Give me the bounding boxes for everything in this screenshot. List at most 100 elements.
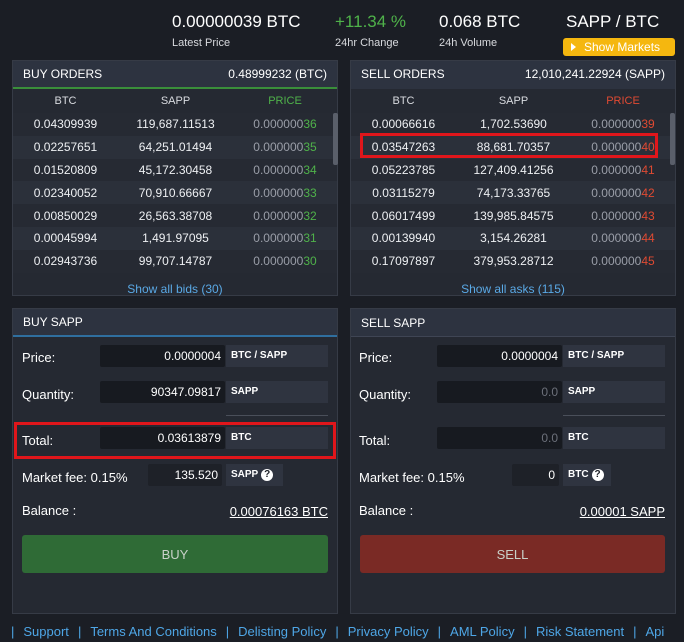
order-price: 0.00000030 bbox=[233, 254, 337, 268]
order-sapp: 3,154.26281 bbox=[480, 231, 547, 246]
order-sapp: 99,707.14787 bbox=[138, 254, 213, 269]
order-price-digits: 42 bbox=[641, 185, 655, 200]
separator: | bbox=[11, 623, 15, 639]
buy-quantity-input[interactable]: 90347.09817 bbox=[100, 381, 225, 403]
buy-price-label: Price: bbox=[22, 350, 56, 365]
sell-fee-unit: BTC? bbox=[563, 464, 611, 486]
order-btc: 0.02943736 bbox=[33, 254, 98, 269]
order-row[interactable]: 0.03115279 74,173.33765 0.00000042 bbox=[351, 181, 675, 205]
play-icon bbox=[571, 43, 576, 51]
separator: | bbox=[335, 623, 339, 639]
order-btc: 0.17097897 bbox=[371, 254, 436, 269]
order-row[interactable]: 0.00139940 3,154.26281 0.00000044 bbox=[351, 226, 675, 250]
change-value: +11.34 % bbox=[335, 12, 407, 31]
order-row[interactable]: 0.02340052 70,910.66667 0.00000033 bbox=[13, 181, 337, 205]
buy-balance-value[interactable]: 0.00076163 BTC bbox=[200, 504, 328, 519]
order-price-digits: 34 bbox=[303, 162, 317, 177]
sell-total-input[interactable]: 0.0 bbox=[437, 427, 562, 449]
order-btc: 0.00045994 bbox=[33, 231, 98, 246]
column-sapp: SAPP bbox=[160, 95, 191, 107]
sell-orders-total: 12,010,241.22924 (SAPP) bbox=[524, 67, 665, 81]
buy-orders-scrollbar[interactable] bbox=[333, 113, 338, 165]
buy-quantity-label: Quantity: bbox=[22, 387, 75, 402]
footer-link-delisting[interactable]: Delisting Policy bbox=[238, 624, 326, 639]
buy-orders-panel: BUY ORDERS 0.48999232 (BTC) BTC SAPP PRI… bbox=[12, 60, 338, 296]
order-price: 0.00000045 bbox=[571, 254, 675, 268]
buy-fee-unit: SAPP? bbox=[226, 464, 283, 486]
sell-balance-value[interactable]: 0.00001 SAPP bbox=[540, 504, 665, 519]
order-row[interactable]: 0.05223785 127,409.41256 0.00000041 bbox=[351, 158, 675, 182]
help-icon[interactable]: ? bbox=[591, 469, 604, 481]
order-row[interactable]: 0.00045994 1,491.97095 0.00000031 bbox=[13, 226, 337, 250]
order-price-prefix: 0.000000 bbox=[253, 117, 304, 132]
order-row[interactable]: 0.06017499 139,985.84575 0.00000043 bbox=[351, 204, 675, 227]
order-sapp: 26,563.38708 bbox=[138, 208, 213, 223]
footer-links: | Support | Terms And Conditions | Delis… bbox=[0, 620, 684, 642]
order-price-digits: 31 bbox=[303, 231, 317, 246]
buy-orders-title: BUY ORDERS bbox=[23, 67, 103, 81]
order-price-prefix: 0.000000 bbox=[253, 185, 304, 200]
footer-link-support[interactable]: Support bbox=[23, 624, 69, 639]
sell-price-unit: BTC / SAPP bbox=[563, 345, 665, 367]
order-price-digits: 30 bbox=[303, 254, 317, 269]
order-row[interactable]: 0.00850029 26,563.38708 0.00000032 bbox=[13, 204, 337, 227]
help-icon[interactable]: ? bbox=[261, 469, 274, 481]
order-price: 0.00000032 bbox=[233, 209, 337, 223]
sell-row-highlight bbox=[360, 133, 658, 158]
sell-balance-label: Balance : bbox=[359, 503, 414, 518]
order-price: 0.00000034 bbox=[233, 163, 337, 177]
separator: | bbox=[437, 623, 442, 639]
order-btc: 0.01520809 bbox=[33, 162, 98, 177]
order-btc: 0.00850029 bbox=[33, 208, 98, 223]
order-price-digits: 41 bbox=[641, 162, 655, 177]
footer-link-api[interactable]: Api bbox=[646, 624, 665, 639]
sell-quantity-input[interactable]: 0.0 bbox=[437, 381, 562, 403]
latest-price-label: Latest Price bbox=[172, 37, 231, 49]
latest-price-stat: 0.00000039 BTC Latest Price bbox=[172, 12, 301, 49]
buy-button[interactable]: BUY bbox=[22, 535, 328, 573]
order-sapp: 119,687.11513 bbox=[136, 117, 215, 132]
buy-fee-unit-label: SAPP bbox=[231, 469, 259, 480]
buy-price-input[interactable]: 0.0000004 bbox=[100, 345, 225, 367]
show-all-asks-link[interactable]: Show all asks (115) bbox=[351, 282, 675, 296]
sell-quantity-unit: SAPP bbox=[563, 381, 665, 403]
market-pair: SAPP / BTC bbox=[566, 12, 660, 31]
footer-link-terms[interactable]: Terms And Conditions bbox=[90, 624, 216, 639]
volume-value: 0.068 BTC bbox=[439, 12, 521, 31]
buy-total-highlight bbox=[14, 422, 336, 459]
order-price-digits: 45 bbox=[641, 254, 655, 269]
sell-button[interactable]: SELL bbox=[360, 535, 665, 573]
order-price-prefix: 0.000000 bbox=[253, 162, 304, 177]
change-label: 24hr Change bbox=[335, 37, 399, 49]
order-btc: 0.06017499 bbox=[371, 208, 436, 223]
separator: | bbox=[523, 623, 527, 639]
footer-link-privacy[interactable]: Privacy Policy bbox=[348, 624, 429, 639]
show-markets-label: Show Markets bbox=[584, 40, 661, 54]
order-sapp: 1,702.53690 bbox=[480, 117, 547, 132]
change-stat: +11.34 % 24hr Change bbox=[335, 12, 406, 49]
footer-link-aml[interactable]: AML Policy bbox=[450, 624, 515, 639]
footer-link-risk[interactable]: Risk Statement bbox=[536, 624, 624, 639]
order-row[interactable]: 0.02943736 99,707.14787 0.00000030 bbox=[13, 249, 337, 273]
order-row[interactable]: 0.04309939 119,687.11513 0.00000036 bbox=[13, 113, 337, 136]
show-all-bids-link[interactable]: Show all bids (30) bbox=[13, 282, 337, 296]
buy-orders-column-headers: BTC SAPP PRICE bbox=[13, 89, 337, 113]
order-row[interactable]: 0.02257651 64,251.01494 0.00000035 bbox=[13, 135, 337, 159]
sell-fee-unit-label: BTC bbox=[568, 469, 589, 480]
order-row[interactable]: 0.01520809 45,172.30458 0.00000034 bbox=[13, 158, 337, 182]
sell-orders-header: SELL ORDERS 12,010,241.22924 (SAPP) bbox=[351, 61, 675, 89]
buy-form-header: BUY SAPP bbox=[13, 309, 337, 337]
buy-orders-header: BUY ORDERS 0.48999232 (BTC) bbox=[13, 61, 337, 89]
show-markets-button[interactable]: Show Markets bbox=[563, 38, 675, 56]
column-price: PRICE bbox=[268, 95, 302, 107]
order-price-prefix: 0.000000 bbox=[253, 208, 304, 223]
order-sapp: 70,910.66667 bbox=[138, 185, 213, 200]
buy-fee-label: Market fee: 0.15% bbox=[22, 470, 128, 485]
order-btc: 0.04309939 bbox=[33, 117, 98, 132]
sell-price-input[interactable]: 0.0000004 bbox=[437, 345, 562, 367]
order-row[interactable]: 0.17097897 379,953.28712 0.00000045 bbox=[351, 249, 675, 273]
sell-price-label: Price: bbox=[359, 350, 393, 365]
sell-orders-scrollbar[interactable] bbox=[670, 113, 675, 165]
volume-stat: 0.068 BTC 24h Volume bbox=[439, 12, 520, 49]
sell-orders-column-headers: BTC SAPP PRICE bbox=[351, 89, 675, 113]
